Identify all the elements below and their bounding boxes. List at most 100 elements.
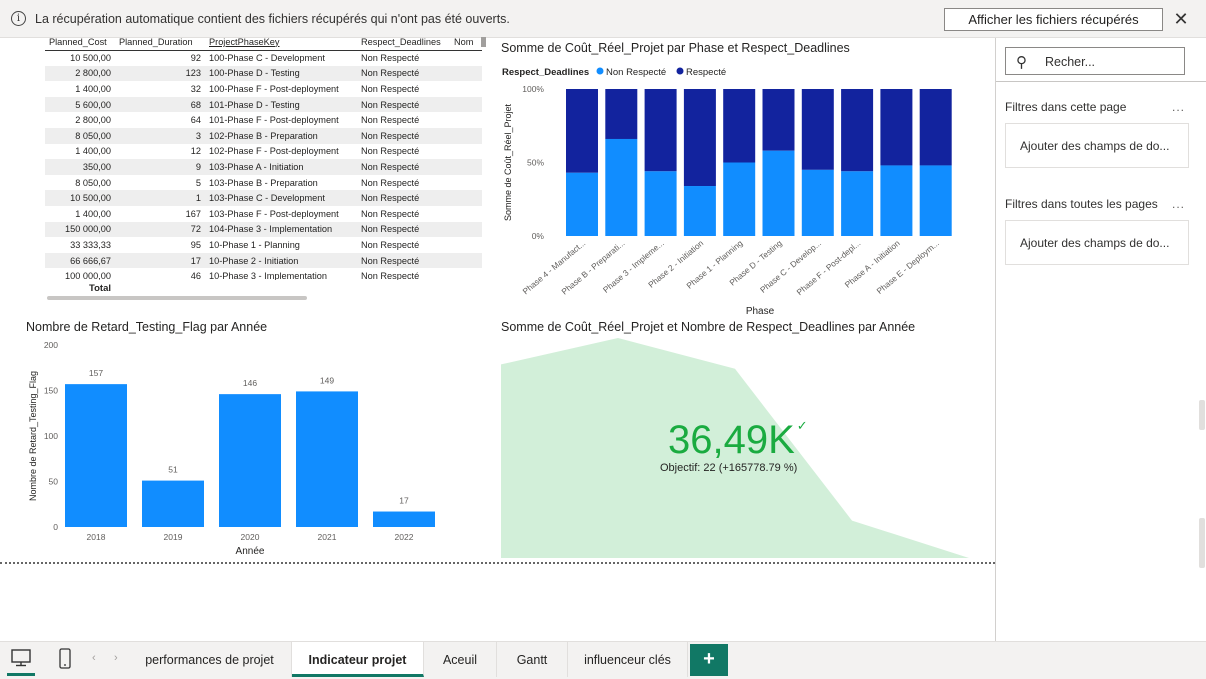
filter-search-input[interactable]: ⚲ Recher... <box>1005 47 1185 75</box>
y-tick-label: 100% <box>522 84 544 94</box>
table-cell: 1 <box>115 190 205 206</box>
add-fields-all-pages-well[interactable]: Ajouter des champs de do... <box>1005 220 1189 265</box>
more-options-icon[interactable]: ... <box>1172 100 1185 114</box>
bar-respecte <box>605 89 638 139</box>
y-tick-label: 50 <box>49 477 59 487</box>
bar-respecte <box>644 89 677 172</box>
x-tick-label: 2022 <box>395 532 414 542</box>
year-bar-chart[interactable]: 200 150 100 50 0 Nombre de Retard_Testing_Fla… <box>20 336 460 562</box>
legend-item: Respecté <box>686 67 726 78</box>
y-axis-label: Nombre de Retard_Testing_Flag <box>28 371 38 501</box>
add-page-button[interactable]: + <box>690 644 728 676</box>
search-placeholder: Recher... <box>1045 55 1096 69</box>
kpi-value: 36,49K ✓ <box>668 418 808 462</box>
table-cell: 103-Phase A - Initiation <box>205 159 357 175</box>
column-header[interactable]: Respect_Deadlines <box>357 34 450 51</box>
table-cell: 3 <box>115 127 205 144</box>
desktop-view-icon[interactable] <box>7 648 35 676</box>
table-cell: 150 000,00 <box>45 221 115 238</box>
table-cell: 72 <box>115 221 205 238</box>
table-cell: 66 666,67 <box>45 252 115 269</box>
y-tick-label: 100 <box>44 431 58 441</box>
year-bar <box>373 511 435 527</box>
y-tick-label: 200 <box>44 340 58 350</box>
table-row[interactable]: 10 500,00 1 103-Phase C - Development Non R… <box>45 190 482 206</box>
table-row[interactable]: 350,00 9 103-Phase A - Initiation Non Respe… <box>45 159 482 175</box>
x-tick-label: Phase 4 - Manufact... <box>520 238 587 296</box>
table-row[interactable]: 1 400,00 12 102-Phase F - Post-deployment N… <box>45 144 482 160</box>
table-row[interactable]: 10 500,00 92 100-Phase C - Development Non … <box>45 50 482 66</box>
table-cell: 1 400,00 <box>75 146 111 157</box>
table-row[interactable]: 1 400,00 32 100-Phase F - Post-deployment N… <box>45 81 482 97</box>
table-row[interactable]: 2 800,00 64 101-Phase F - Post-deployment N… <box>45 112 482 128</box>
table-horizontal-scrollbar[interactable] <box>47 296 307 300</box>
close-icon[interactable]: ✕ <box>1171 8 1191 30</box>
more-options-icon[interactable]: ... <box>1172 197 1185 211</box>
column-header[interactable]: Planned_Cost <box>45 34 115 51</box>
tab-gantt[interactable]: Gantt <box>497 642 568 677</box>
table-cell: 167 <box>185 208 201 219</box>
table-cell: Non Respecté <box>357 65 450 82</box>
table-row[interactable]: 150 000,00 72 104-Phase 3 - Implementation… <box>45 221 482 238</box>
table-cell: 10-Phase 1 - Planning <box>209 239 300 250</box>
data-table[interactable]: Planned_Cost Planned_Duration ProjectPha… <box>45 34 482 280</box>
table-cell: Non Respecté <box>361 53 420 64</box>
table-row[interactable]: 5 600,00 68 101-Phase D - Testing Non Respe… <box>45 96 482 113</box>
table-row[interactable]: 100 000,00 46 10-Phase 3 - Implementation N… <box>45 268 482 280</box>
y-axis-label: Somme de Coût_Réel_Projet <box>503 103 513 221</box>
bar-non-respecte <box>801 169 834 236</box>
column-header[interactable]: ProjectPhaseKey <box>205 34 357 51</box>
year-bar <box>65 384 127 527</box>
column-header[interactable]: Planned_Duration <box>115 34 205 51</box>
table-cell: 5 <box>195 177 201 188</box>
table-cell: 10-Phase 2 - Initiation <box>205 252 357 269</box>
table-cell: 1 400,00 <box>75 208 111 219</box>
table-cell: 46 <box>190 271 201 280</box>
table-cell: 2 800,00 <box>75 115 111 126</box>
bar-respecte <box>723 89 756 163</box>
bar-non-respecte <box>566 172 598 236</box>
table-cell: Non Respecté <box>361 239 420 250</box>
table-cell: Non Respecté <box>361 83 420 94</box>
tab-performances-de-projet[interactable]: performances de projet <box>128 642 292 677</box>
pane-resize-handle[interactable] <box>1199 400 1205 430</box>
table-cell: 64 <box>190 115 201 126</box>
table-row[interactable]: 33 333,33 95 10-Phase 1 - Planning Non Resp… <box>45 237 482 253</box>
tab-influenceur-cles[interactable]: influenceur clés <box>568 642 688 677</box>
tab-indicateur-projet[interactable]: Indicateur projet <box>292 642 424 677</box>
add-fields-this-page-well[interactable]: Ajouter des champs de do... <box>1005 123 1189 168</box>
bar-non-respecte <box>762 150 795 236</box>
table-cell: Non Respecté <box>357 159 450 175</box>
column-header[interactable]: Nom <box>450 34 482 51</box>
pane-resize-handle[interactable] <box>1199 518 1205 568</box>
table-vertical-scrollbar[interactable] <box>481 37 486 47</box>
table-row[interactable]: 2 800,00 123 100-Phase D - Testing Non Resp… <box>45 65 482 82</box>
bar-non-respecte <box>723 162 756 236</box>
table-cell: Non Respecté <box>357 252 450 269</box>
show-recovered-files-button[interactable]: Afficher les fichiers récupérés <box>944 8 1163 31</box>
table-row[interactable]: 66 666,67 17 10-Phase 2 - Initiation Non Re… <box>45 252 482 269</box>
table-row[interactable]: 1 400,00 167 103-Phase F - Post-deployment… <box>45 206 482 222</box>
kpi-goal: Objectif: 22 (+165778.79 %) <box>660 462 798 474</box>
table-row[interactable]: 8 050,00 3 102-Phase B - Preparation Non Re… <box>45 127 482 144</box>
data-label: 149 <box>320 375 334 385</box>
table-cell: 102-Phase F - Post-deployment <box>209 146 339 157</box>
x-tick-label: 2018 <box>87 532 106 542</box>
tab-scroll-left-icon[interactable]: ‹ <box>92 652 96 664</box>
tab-scroll-right-icon[interactable]: › <box>114 652 118 664</box>
table-cell: 95 <box>190 239 201 250</box>
table-cell: Non Respecté <box>361 208 420 219</box>
table-header-row: Planned_Cost Planned_Duration ProjectPha… <box>45 34 482 51</box>
table-cell: 8 050,00 <box>75 177 111 188</box>
table-cell: 10-Phase 3 - Implementation <box>209 271 327 280</box>
stacked-bar-chart[interactable]: Respect_Deadlines Non Respecté Respecté 100… <box>498 60 968 320</box>
table-cell: 103-Phase F - Post-deployment <box>209 208 339 219</box>
tab-aceuil[interactable]: Aceuil <box>424 642 497 677</box>
bar-respecte <box>880 89 913 166</box>
table-cell: 9 <box>115 159 205 175</box>
table-row[interactable]: 8 050,00 5 103-Phase B - Preparation Non Re… <box>45 175 482 191</box>
bar-non-respecte <box>683 186 716 236</box>
mobile-view-icon[interactable] <box>51 648 79 676</box>
table-cell: 101-Phase F - Post-deployment <box>209 115 339 126</box>
table-cell <box>450 112 482 128</box>
